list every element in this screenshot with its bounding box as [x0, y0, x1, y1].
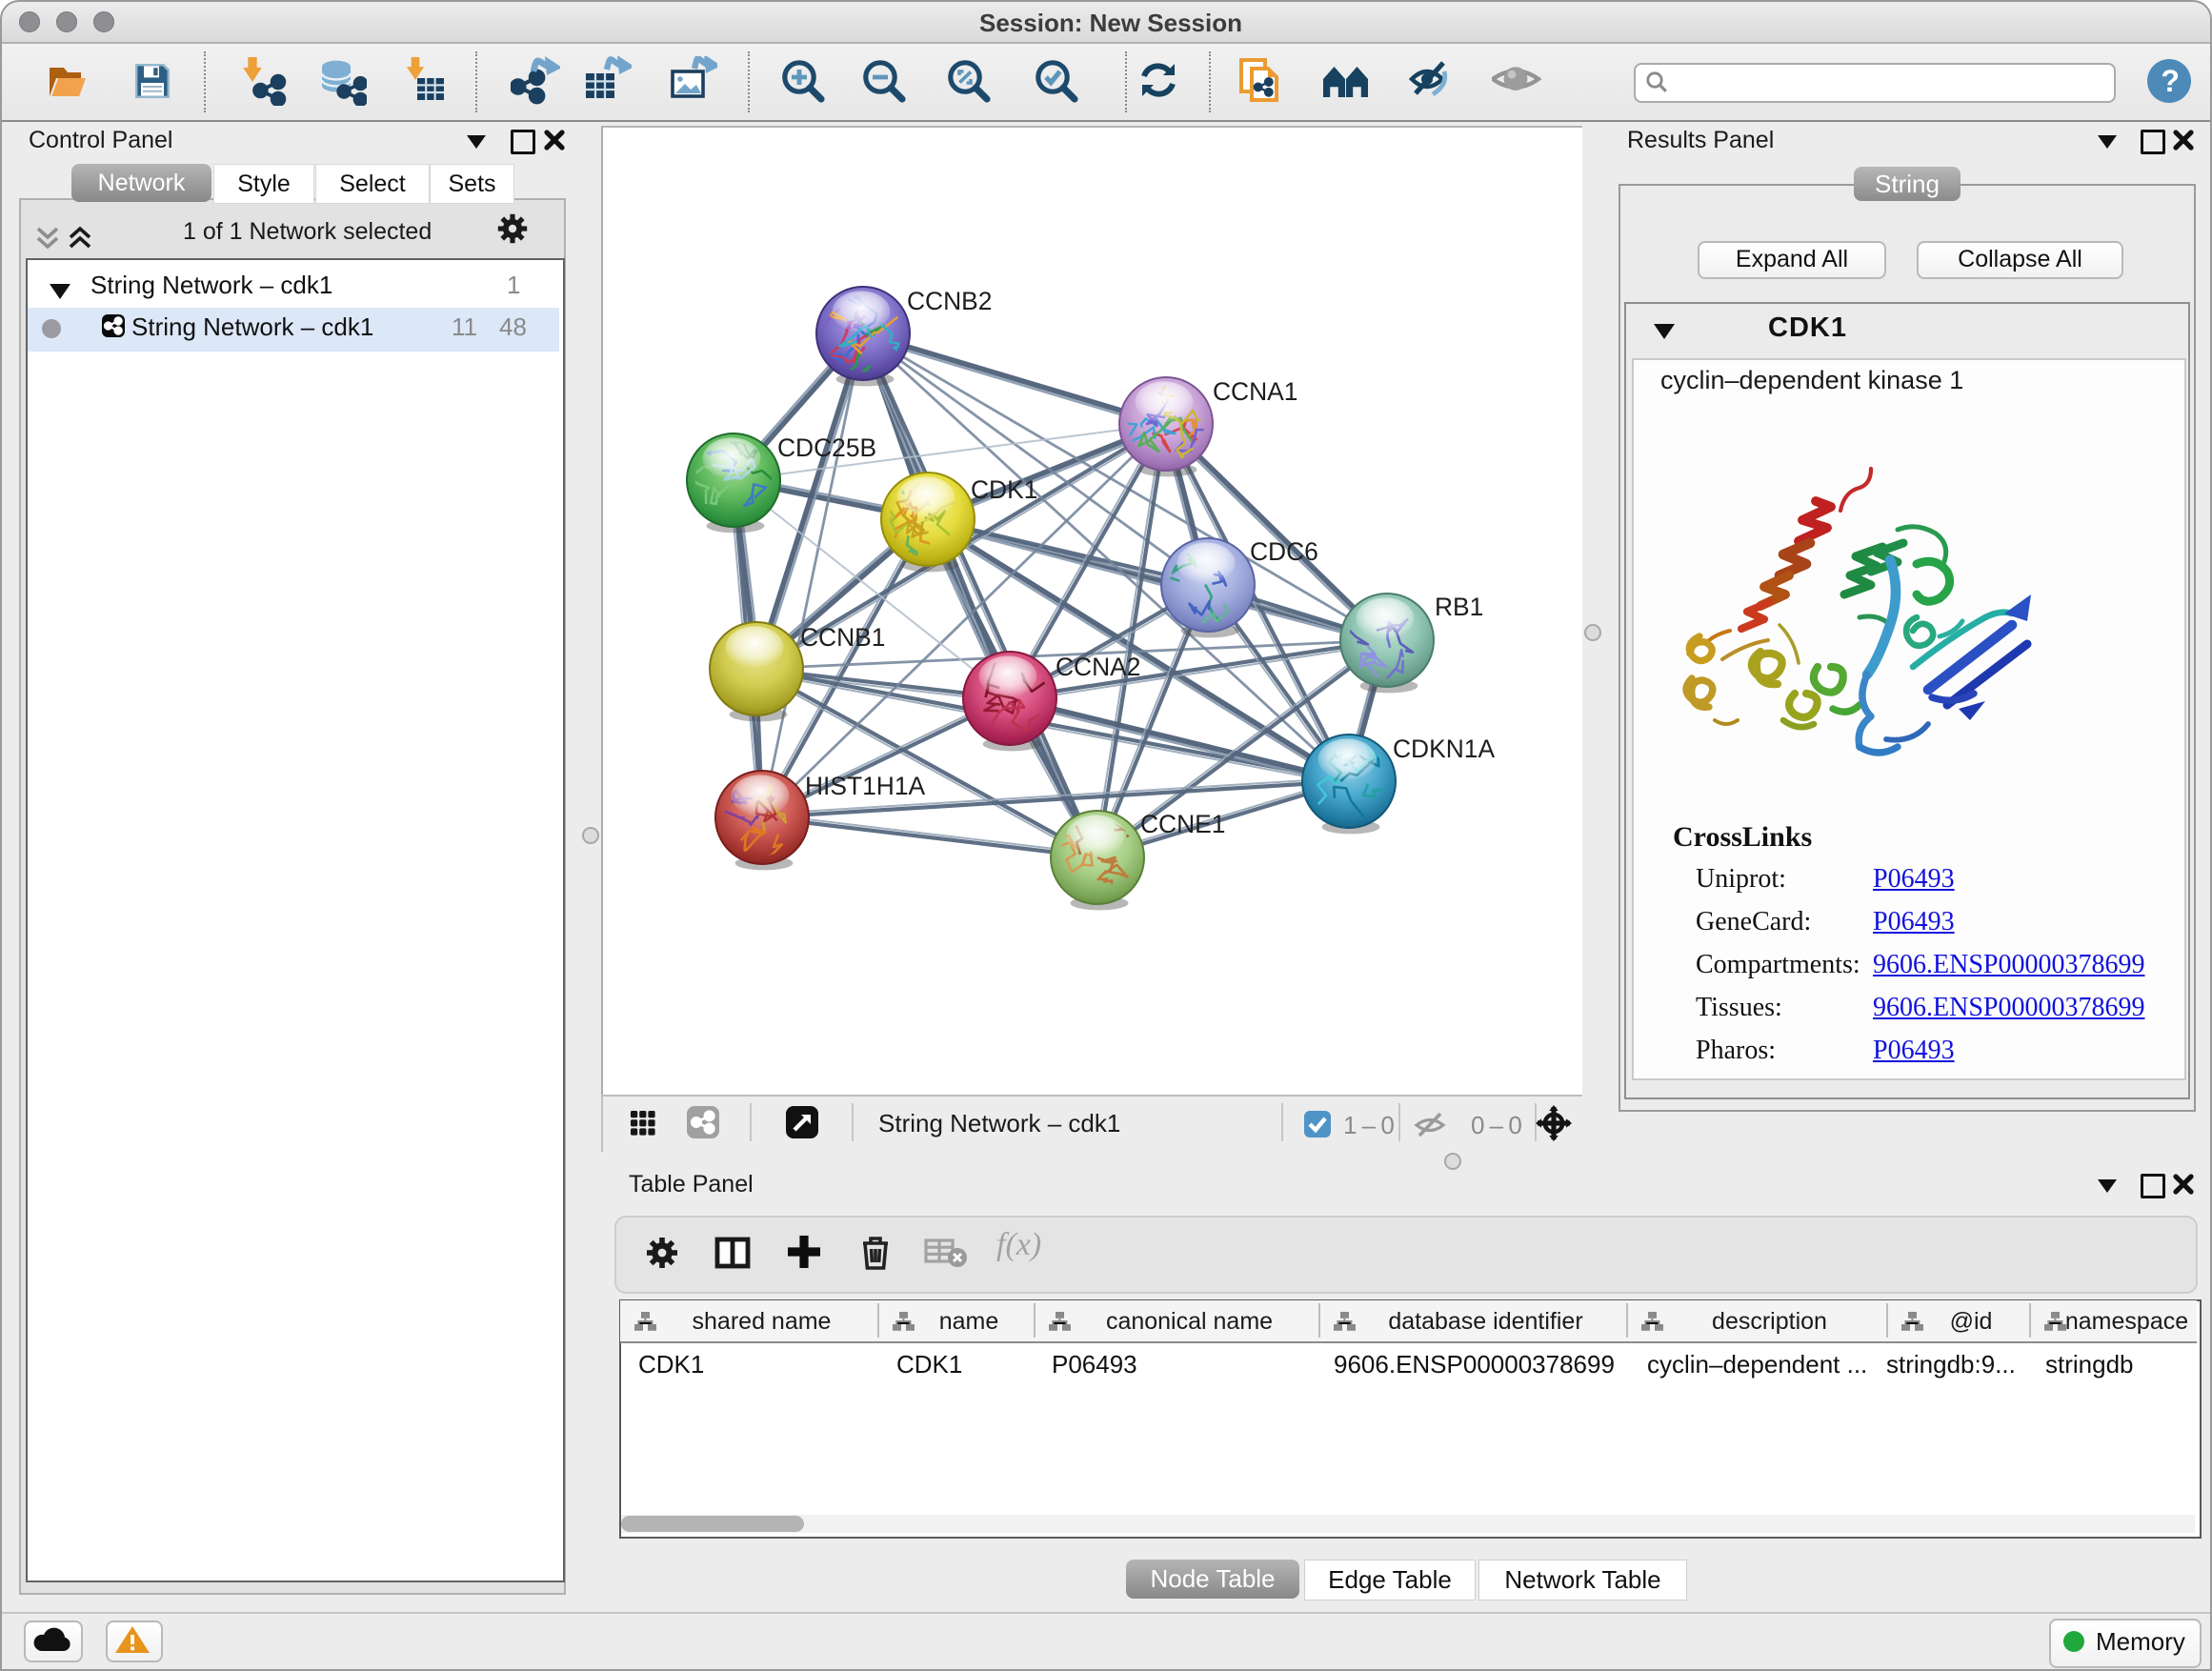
- svg-text:HIST1H1A: HIST1H1A: [805, 772, 926, 800]
- svg-text:CDK1: CDK1: [971, 475, 1037, 504]
- svg-text:CDC25B: CDC25B: [777, 433, 876, 462]
- svg-text:CDKN1A: CDKN1A: [1393, 735, 1495, 763]
- svg-text:CCNA1: CCNA1: [1213, 377, 1297, 406]
- svg-text:RB1: RB1: [1435, 593, 1483, 621]
- svg-text:CCNA2: CCNA2: [1056, 653, 1140, 681]
- svg-text:CCNE1: CCNE1: [1140, 810, 1225, 838]
- svg-text:CCNB1: CCNB1: [800, 623, 885, 652]
- svg-text:CDC6: CDC6: [1250, 537, 1318, 566]
- svg-text:CCNB2: CCNB2: [907, 287, 992, 315]
